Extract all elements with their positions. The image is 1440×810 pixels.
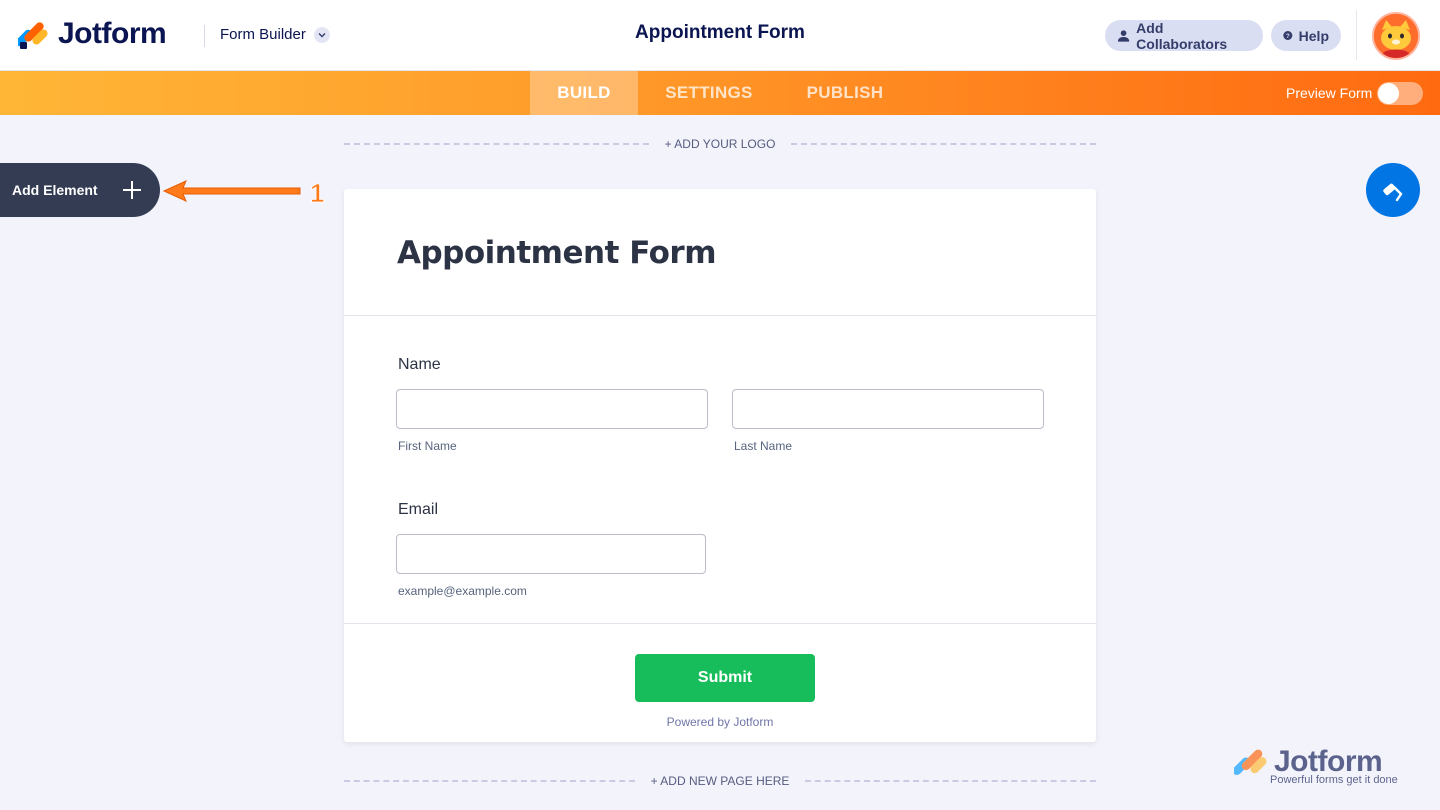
svg-text:?: ? <box>1286 33 1290 40</box>
divider <box>344 623 1096 624</box>
builder-nav-bar: BUILD SETTINGS PUBLISH Preview Form <box>0 71 1440 115</box>
add-logo-row[interactable]: + ADD YOUR LOGO <box>344 137 1096 151</box>
add-element-label: Add Element <box>12 182 98 198</box>
user-icon <box>1117 29 1130 42</box>
help-button[interactable]: ? Help <box>1271 20 1341 51</box>
header-divider-right <box>1356 10 1357 60</box>
header-divider <box>204 25 205 47</box>
preview-form-label: Preview Form <box>1286 85 1373 101</box>
watermark-tagline: Powerful forms get it done <box>1270 774 1398 786</box>
email-input[interactable] <box>396 534 706 574</box>
first-name-sublabel: First Name <box>398 439 457 453</box>
form-card: Appointment Form Name First Name Last Na… <box>344 189 1096 742</box>
add-element-button[interactable]: Add Element <box>0 163 160 217</box>
dashed-line <box>344 143 649 145</box>
add-page-row[interactable]: + ADD NEW PAGE HERE <box>344 774 1096 788</box>
top-bar: Jotform Form Builder Appointment Form Ad… <box>0 0 1440 71</box>
logo-text: Jotform <box>58 17 167 50</box>
email-sublabel: example@example.com <box>398 584 527 598</box>
tab-build[interactable]: BUILD <box>530 71 638 115</box>
dashed-line <box>344 780 635 782</box>
divider <box>344 315 1096 316</box>
add-new-page-link[interactable]: + ADD NEW PAGE HERE <box>651 774 790 788</box>
first-name-input[interactable] <box>396 389 708 429</box>
form-designer-button[interactable] <box>1366 163 1420 217</box>
plus-icon <box>123 181 141 199</box>
annotation-number: 1 <box>310 178 324 208</box>
question-icon: ? <box>1283 30 1293 40</box>
form-heading[interactable]: Appointment Form <box>397 235 717 271</box>
toggle-knob <box>1378 83 1399 104</box>
dashed-line <box>805 780 1096 782</box>
jotform-logo-icon <box>18 22 48 49</box>
add-logo-link[interactable]: + ADD YOUR LOGO <box>665 137 776 151</box>
jotform-logo[interactable]: Jotform <box>18 17 167 51</box>
add-collaborators-button[interactable]: Add Collaborators <box>1105 19 1263 52</box>
form-builder-label: Form Builder <box>220 26 306 43</box>
preview-form-toggle[interactable] <box>1377 82 1423 105</box>
chevron-down-icon <box>313 26 330 43</box>
last-name-sublabel: Last Name <box>734 439 793 453</box>
powered-by-text: Powered by Jotform <box>666 715 774 729</box>
submit-button[interactable]: Submit <box>635 654 815 702</box>
last-name-input[interactable] <box>732 389 1044 429</box>
cat-avatar-icon <box>1374 14 1418 58</box>
jotform-watermark-icon <box>1234 749 1267 776</box>
dashed-line <box>791 143 1096 145</box>
tab-settings[interactable]: SETTINGS <box>638 71 780 115</box>
add-collaborators-label: Add Collaborators <box>1136 19 1228 52</box>
avatar[interactable] <box>1372 12 1420 60</box>
name-label[interactable]: Name <box>398 356 441 374</box>
paint-roller-icon <box>1383 183 1403 202</box>
form-builder-dropdown[interactable]: Form Builder <box>220 26 330 43</box>
annotation-arrow: 1 <box>162 178 325 208</box>
email-label[interactable]: Email <box>398 501 438 519</box>
form-title-header[interactable]: Appointment Form <box>520 22 920 44</box>
jotform-watermark: Jotform Powerful forms get it done <box>1234 745 1414 795</box>
help-label: Help <box>1298 27 1329 44</box>
tab-publish[interactable]: PUBLISH <box>780 71 910 115</box>
